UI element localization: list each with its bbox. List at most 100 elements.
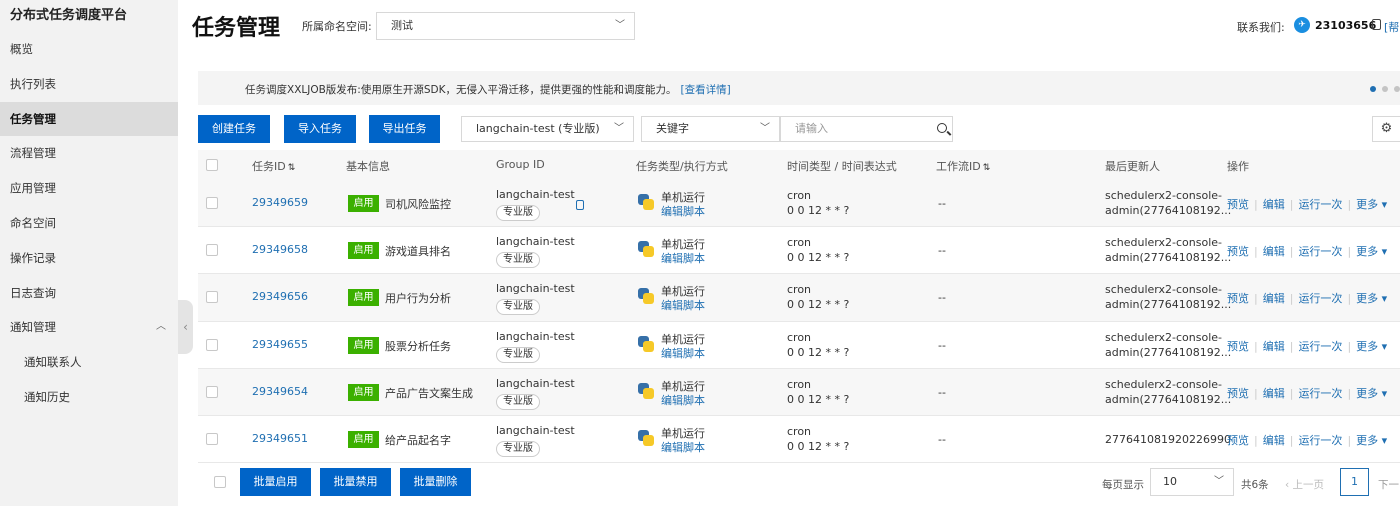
sidebar-item-overview[interactable]: 概览 [0,32,178,67]
table-row: 29349655 启用 股票分析任务 langchain-test 专业版 单机… [198,322,1400,369]
task-id-link[interactable]: 29349658 [252,243,308,256]
more-label: 更多 [1356,198,1379,211]
col-workflow-id[interactable]: 工作流ID ⇅ [936,158,990,174]
col-task-id[interactable]: 任务ID ⇅ [252,158,295,174]
import-task-button[interactable]: 导入任务 [284,115,356,143]
sort-icon[interactable]: ⇅ [288,163,296,173]
sidebar-item-executions[interactable]: 执行列表 [0,67,178,102]
more-label: 更多 [1356,292,1379,306]
carousel-dot[interactable] [1382,86,1388,92]
more-dropdown[interactable]: 更多 ▾ [1356,387,1387,400]
prev-page-button[interactable]: ‹ 上一页 [1285,477,1324,492]
copy-icon[interactable] [576,200,584,210]
run-once-link[interactable]: 运行一次 [1298,245,1342,258]
more-dropdown[interactable]: 更多 ▾ [1356,245,1387,258]
time-expression: 0 0 12 * * ? [787,439,850,453]
namespace-select[interactable]: 测试 ﹀ [376,12,635,40]
workflow-id: -- [938,197,946,210]
run-once-link[interactable]: 运行一次 [1298,434,1342,447]
bulk-disable-button[interactable]: 批量禁用 [320,468,391,496]
select-all-checkbox[interactable] [206,159,218,171]
task-id-link[interactable]: 29349656 [252,290,308,303]
sidebar-item-apps[interactable]: 应用管理 [0,171,178,206]
search-icon[interactable] [937,123,947,133]
run-once-link[interactable]: 运行一次 [1298,198,1342,211]
sidebar-item-notify-history[interactable]: 通知历史 [0,380,178,415]
preview-link[interactable]: 预览 [1227,198,1249,211]
bulk-enable-button[interactable]: 批量启用 [240,468,311,496]
edit-script-link[interactable]: 编辑脚本 [661,250,705,266]
preview-link[interactable]: 预览 [1227,245,1249,258]
task-name: 司机风险监控 [385,198,451,211]
row-checkbox[interactable] [206,244,218,257]
app-select[interactable]: langchain-test (专业版) ﹀ [461,116,634,142]
time-type: cron [787,330,812,344]
sidebar-item-notify-contacts[interactable]: 通知联系人 [0,345,178,380]
task-id-link[interactable]: 29349655 [252,338,308,351]
sort-icon[interactable]: ⇅ [983,163,991,173]
edit-script-link[interactable]: 编辑脚本 [661,392,705,408]
preview-link[interactable]: 预览 [1227,434,1249,447]
preview-link[interactable]: 预览 [1227,340,1249,353]
time-expression: 0 0 12 * * ? [787,204,850,217]
banner-details-link[interactable]: [查看详情] [680,84,730,96]
group-id: langchain-test [496,329,575,343]
edit-script-link[interactable]: 编辑脚本 [661,345,705,361]
row-checkbox[interactable] [206,338,218,351]
table-header: 任务ID ⇅ 基本信息 Group ID 任务类型/执行方式 时间类型 / 时间表… [198,150,1400,180]
more-label: 更多 [1356,245,1379,259]
edit-link[interactable]: 编辑 [1263,292,1285,305]
row-checkbox[interactable] [206,197,218,209]
row-checkbox[interactable] [206,385,218,398]
sidebar-item-namespaces[interactable]: 命名空间 [0,206,178,241]
time-type: cron [787,236,812,250]
page-number-current[interactable]: 1 [1340,468,1369,496]
carousel-dot[interactable] [1394,86,1400,92]
sidebar-item-tasks[interactable]: 任务管理 [0,101,178,137]
export-task-button[interactable]: 导出任务 [369,115,440,143]
edit-link[interactable]: 编辑 [1263,245,1285,258]
row-checkbox[interactable] [206,291,218,304]
select-all-footer-checkbox[interactable] [214,476,226,488]
sidebar-collapse-handle[interactable]: ‹ [178,300,193,354]
next-page-button[interactable]: 下一 [1378,477,1399,492]
edit-link[interactable]: 编辑 [1263,434,1285,447]
chevron-down-icon: ﹀ [615,20,625,31]
copy-icon[interactable] [1372,19,1381,30]
more-dropdown[interactable]: 更多 ▾ [1356,434,1387,447]
task-id-link[interactable]: 29349659 [252,196,308,209]
edit-link[interactable]: 编辑 [1263,198,1285,211]
create-task-button[interactable]: 创建任务 [198,115,270,143]
chevron-down-icon: ﹀ [614,123,624,134]
row-actions: 预览 | 编辑 | 运行一次 | 更多 ▾ [1227,339,1388,353]
task-id-link[interactable]: 29349654 [252,385,308,398]
search-input[interactable]: 请输入 [780,116,953,142]
task-id-link[interactable]: 29349651 [252,432,308,445]
edit-script-link[interactable]: 编辑脚本 [661,439,705,455]
bulk-delete-button[interactable]: 批量删除 [400,468,471,496]
carousel-dot[interactable] [1370,86,1376,92]
sidebar-item-log-query[interactable]: 日志查询 [0,276,178,311]
sidebar-item-workflows[interactable]: 流程管理 [0,136,178,171]
edit-link[interactable]: 编辑 [1263,387,1285,400]
help-link[interactable]: [帮 [1384,19,1399,35]
sidebar-item-audit-log[interactable]: 操作记录 [0,241,178,276]
page-size-select[interactable]: 10 ﹀ [1150,468,1234,496]
preview-link[interactable]: 预览 [1227,387,1249,400]
edit-link[interactable]: 编辑 [1263,340,1285,353]
run-once-link[interactable]: 运行一次 [1298,340,1342,353]
settings-button[interactable]: ⚙ [1372,116,1400,142]
table-row: 29349654 启用 产品广告文案生成 langchain-test 专业版 … [198,368,1400,416]
run-once-link[interactable]: 运行一次 [1298,387,1342,400]
more-dropdown[interactable]: 更多 ▾ [1356,340,1387,353]
edit-script-link[interactable]: 编辑脚本 [661,297,705,313]
filter-type-select[interactable]: 关键字 ﹀ [641,116,780,142]
run-once-link[interactable]: 运行一次 [1298,292,1342,305]
more-dropdown[interactable]: 更多 ▾ [1356,198,1387,211]
col-ops: 操作 [1227,160,1249,173]
preview-link[interactable]: 预览 [1227,292,1249,305]
row-checkbox[interactable] [206,432,218,445]
more-dropdown[interactable]: 更多 ▾ [1356,292,1387,305]
edit-script-link[interactable]: 编辑脚本 [661,203,705,219]
sidebar-item-notifications[interactable]: 通知管理 ︿ [0,310,178,345]
